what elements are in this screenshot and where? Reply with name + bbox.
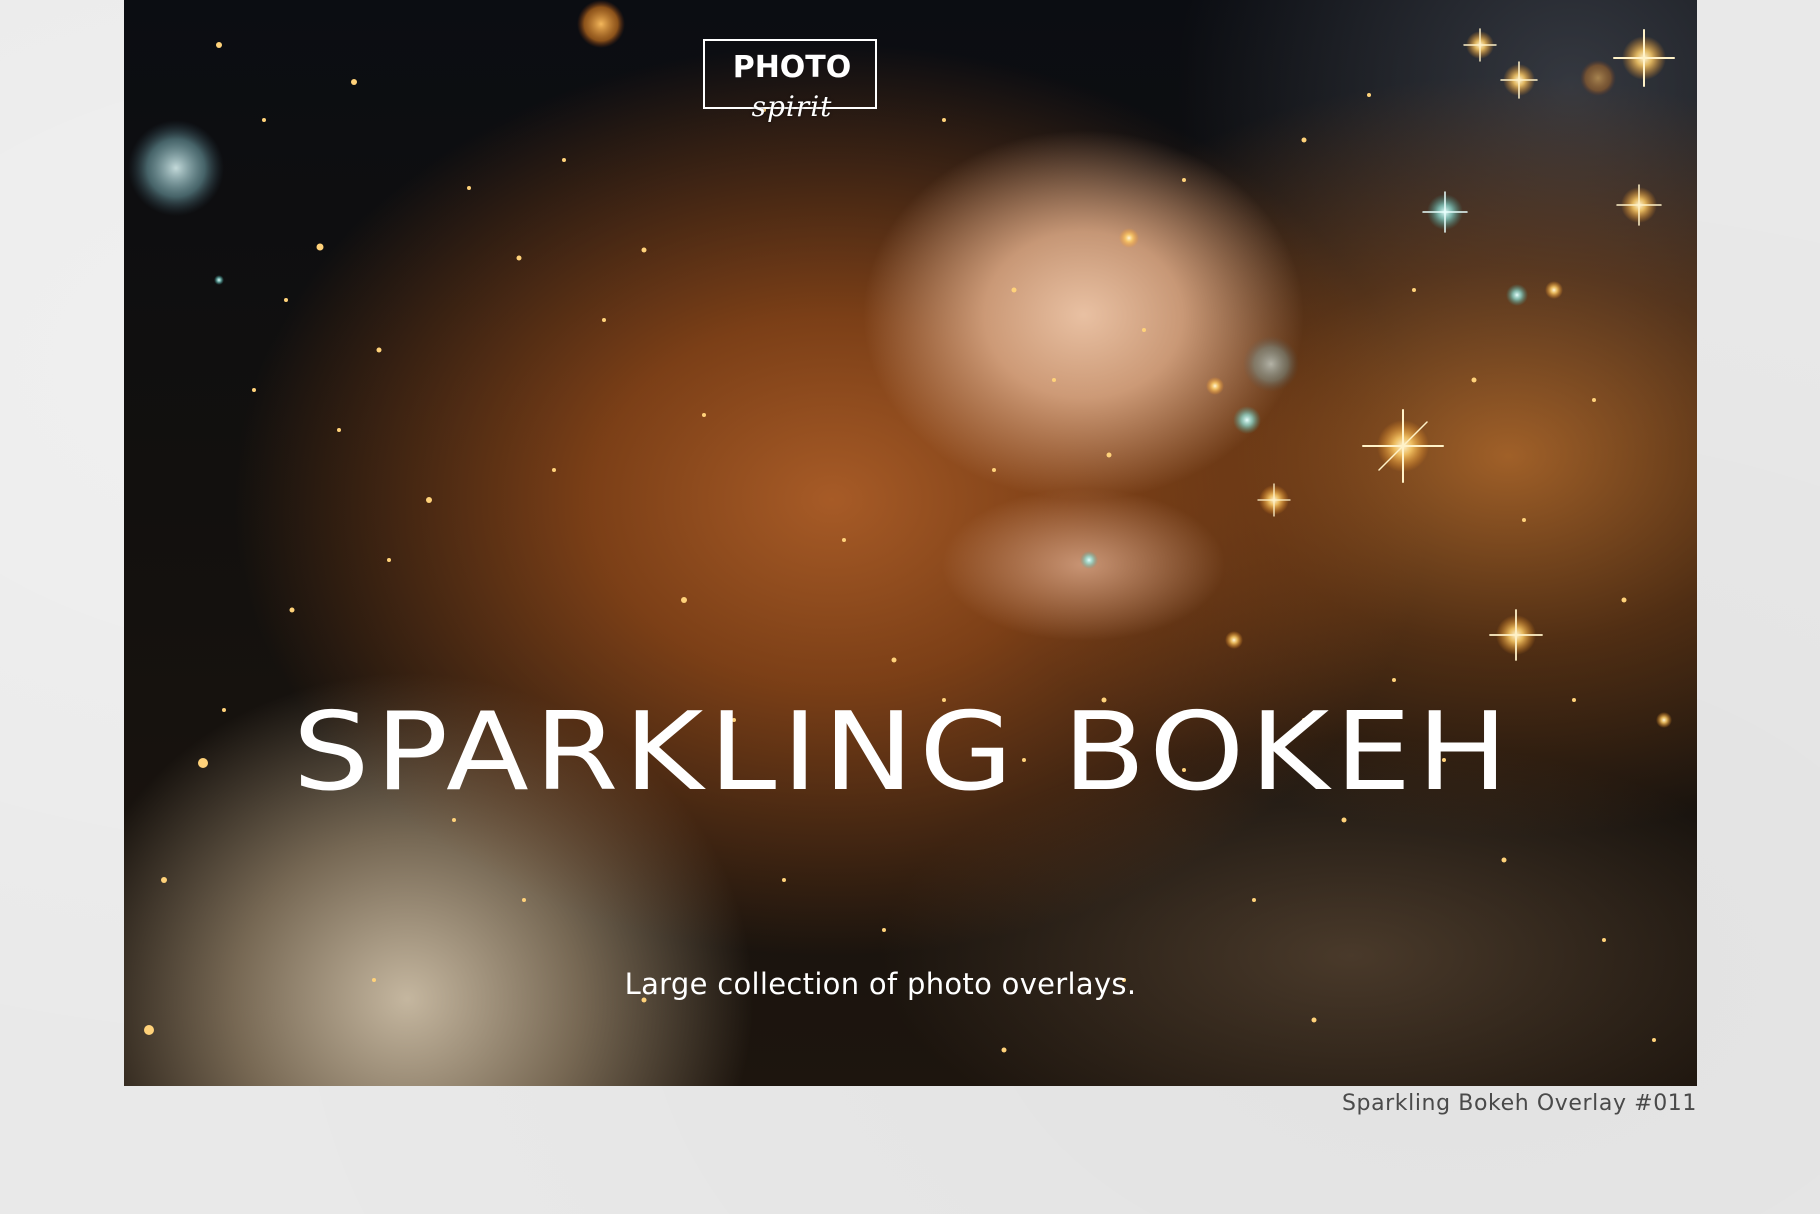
sparkle-overlay [128, 0, 1675, 1053]
logo-script-text: spirit [751, 90, 833, 123]
product-caption: Sparkling Bokeh Overlay #011 [1341, 1091, 1697, 1116]
tagline: Large collection of photo overlays. [624, 967, 1137, 1001]
headline: SPARKLING BOKEH [292, 690, 1514, 815]
logo-wordmark: PHOTO [732, 50, 852, 85]
hero-image: PHOTO spirit [124, 0, 1697, 1086]
brand-logo: PHOTO spirit [703, 39, 881, 134]
